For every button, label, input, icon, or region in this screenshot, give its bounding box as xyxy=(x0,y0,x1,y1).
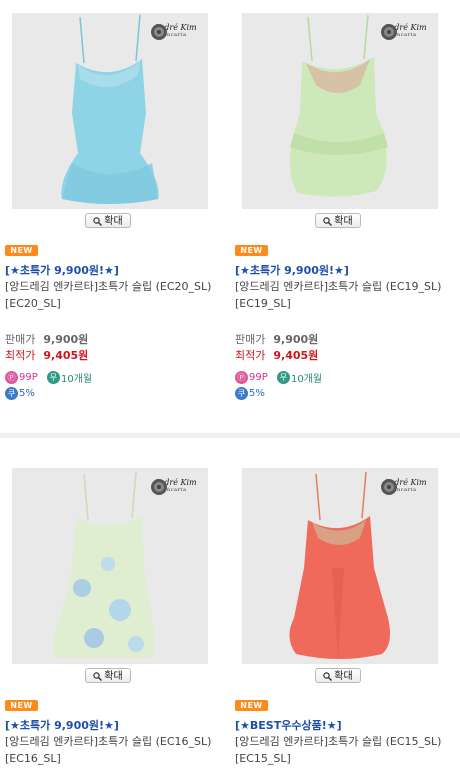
point-icon: Ⓟ xyxy=(235,371,248,384)
sale-price-value: 9,900원 xyxy=(43,333,89,346)
product-title[interactable]: [★BEST우수상품!★] xyxy=(235,717,342,733)
best-price-value: 9,405원 xyxy=(43,349,89,362)
product-title[interactable]: [★초특가 9,900원!★] xyxy=(235,262,349,278)
coupon-value: 5% xyxy=(249,388,265,399)
installment-value: 10개월 xyxy=(60,374,93,385)
brand-logo: André Kim encarta xyxy=(150,23,200,40)
zoom-label: 확대 xyxy=(334,216,353,227)
product-title[interactable]: [★초특가 9,900원!★] xyxy=(5,262,119,278)
coupon-icon: 쿠 xyxy=(5,387,18,400)
point-value: 99P xyxy=(19,372,38,383)
benefit-row: Ⓟ 99P 무 10개월 xyxy=(235,370,322,385)
sale-price-row: 판매가 9,900원 xyxy=(235,331,318,347)
sale-price-row: 판매가 9,900원 xyxy=(5,331,88,347)
product-title[interactable]: [★초특가 9,900원!★] xyxy=(5,717,119,733)
brand-logo: André Kim encarta xyxy=(380,478,430,495)
best-price-row: 최적가 9,405원 xyxy=(235,347,318,363)
slip-dress-image xyxy=(61,14,159,204)
product-image[interactable]: André Kim encarta xyxy=(12,13,208,209)
rose-icon xyxy=(151,479,167,495)
new-badge: NEW xyxy=(5,700,38,711)
benefit-row: Ⓟ 99P 무 10개월 xyxy=(5,370,92,385)
zoom-button[interactable]: 확대 xyxy=(315,213,361,228)
magnifier-icon xyxy=(93,216,103,226)
product-row-2: André Kim encarta 확대 NEW [★초특가 9,900원!★]… xyxy=(0,455,460,772)
slip-dress-image xyxy=(289,14,388,197)
installment-icon: 무 xyxy=(276,371,290,384)
point-icon: Ⓟ xyxy=(5,371,18,384)
slip-dress-image xyxy=(52,471,155,658)
zoom-button[interactable]: 확대 xyxy=(315,668,361,683)
new-badge: NEW xyxy=(235,700,268,711)
sale-price-label: 판매가 xyxy=(5,333,36,346)
best-price-label: 최적가 xyxy=(235,349,266,362)
coupon-row: 쿠 5% xyxy=(5,387,35,400)
coupon-row: 쿠 5% xyxy=(235,387,265,400)
rose-icon xyxy=(381,479,397,495)
product-description[interactable]: [앙드레김 엔카르타]초특가 슬립 (EC19_SL)[EC19_SL] xyxy=(235,278,450,312)
magnifier-icon xyxy=(323,216,333,226)
product-description[interactable]: [앙드레김 엔카르타]초특가 슬립 (EC20_SL)[EC20_SL] xyxy=(5,278,220,312)
product-row-1: André Kim encarta 확대 NEW [★초특가 9,900원!★]… xyxy=(0,0,460,430)
rose-icon xyxy=(151,24,167,40)
magnifier-icon xyxy=(323,671,333,681)
product-image[interactable]: André Kim encarta xyxy=(242,13,438,209)
installment-icon: 무 xyxy=(46,371,60,384)
rose-icon xyxy=(381,24,397,40)
sale-price-label: 판매가 xyxy=(235,333,266,346)
row-divider xyxy=(0,433,460,438)
zoom-button[interactable]: 확대 xyxy=(85,213,131,228)
installment-value: 10개월 xyxy=(290,374,323,385)
product-image[interactable]: André Kim encarta xyxy=(242,468,438,664)
zoom-button[interactable]: 확대 xyxy=(85,668,131,683)
new-badge: NEW xyxy=(235,245,268,256)
brand-logo: André Kim encarta xyxy=(380,23,430,40)
brand-logo: André Kim encarta xyxy=(150,478,200,495)
coupon-icon: 쿠 xyxy=(235,387,248,400)
zoom-label: 확대 xyxy=(104,216,123,227)
coupon-value: 5% xyxy=(19,388,35,399)
sale-price-value: 9,900원 xyxy=(273,333,319,346)
point-value: 99P xyxy=(249,372,268,383)
product-image[interactable]: André Kim encarta xyxy=(12,468,208,664)
best-price-row: 최적가 9,405원 xyxy=(5,347,88,363)
magnifier-icon xyxy=(93,671,103,681)
best-price-value: 9,405원 xyxy=(273,349,319,362)
slip-dress-image xyxy=(289,471,390,659)
zoom-label: 확대 xyxy=(334,671,353,682)
new-badge: NEW xyxy=(5,245,38,256)
zoom-label: 확대 xyxy=(104,671,123,682)
product-description[interactable]: [앙드레김 엔카르타]초특가 슬립 (EC15_SL)[EC15_SL] xyxy=(235,733,450,767)
product-description[interactable]: [앙드레김 엔카르타]초특가 슬립 (EC16_SL)[EC16_SL] xyxy=(5,733,220,767)
best-price-label: 최적가 xyxy=(5,349,36,362)
